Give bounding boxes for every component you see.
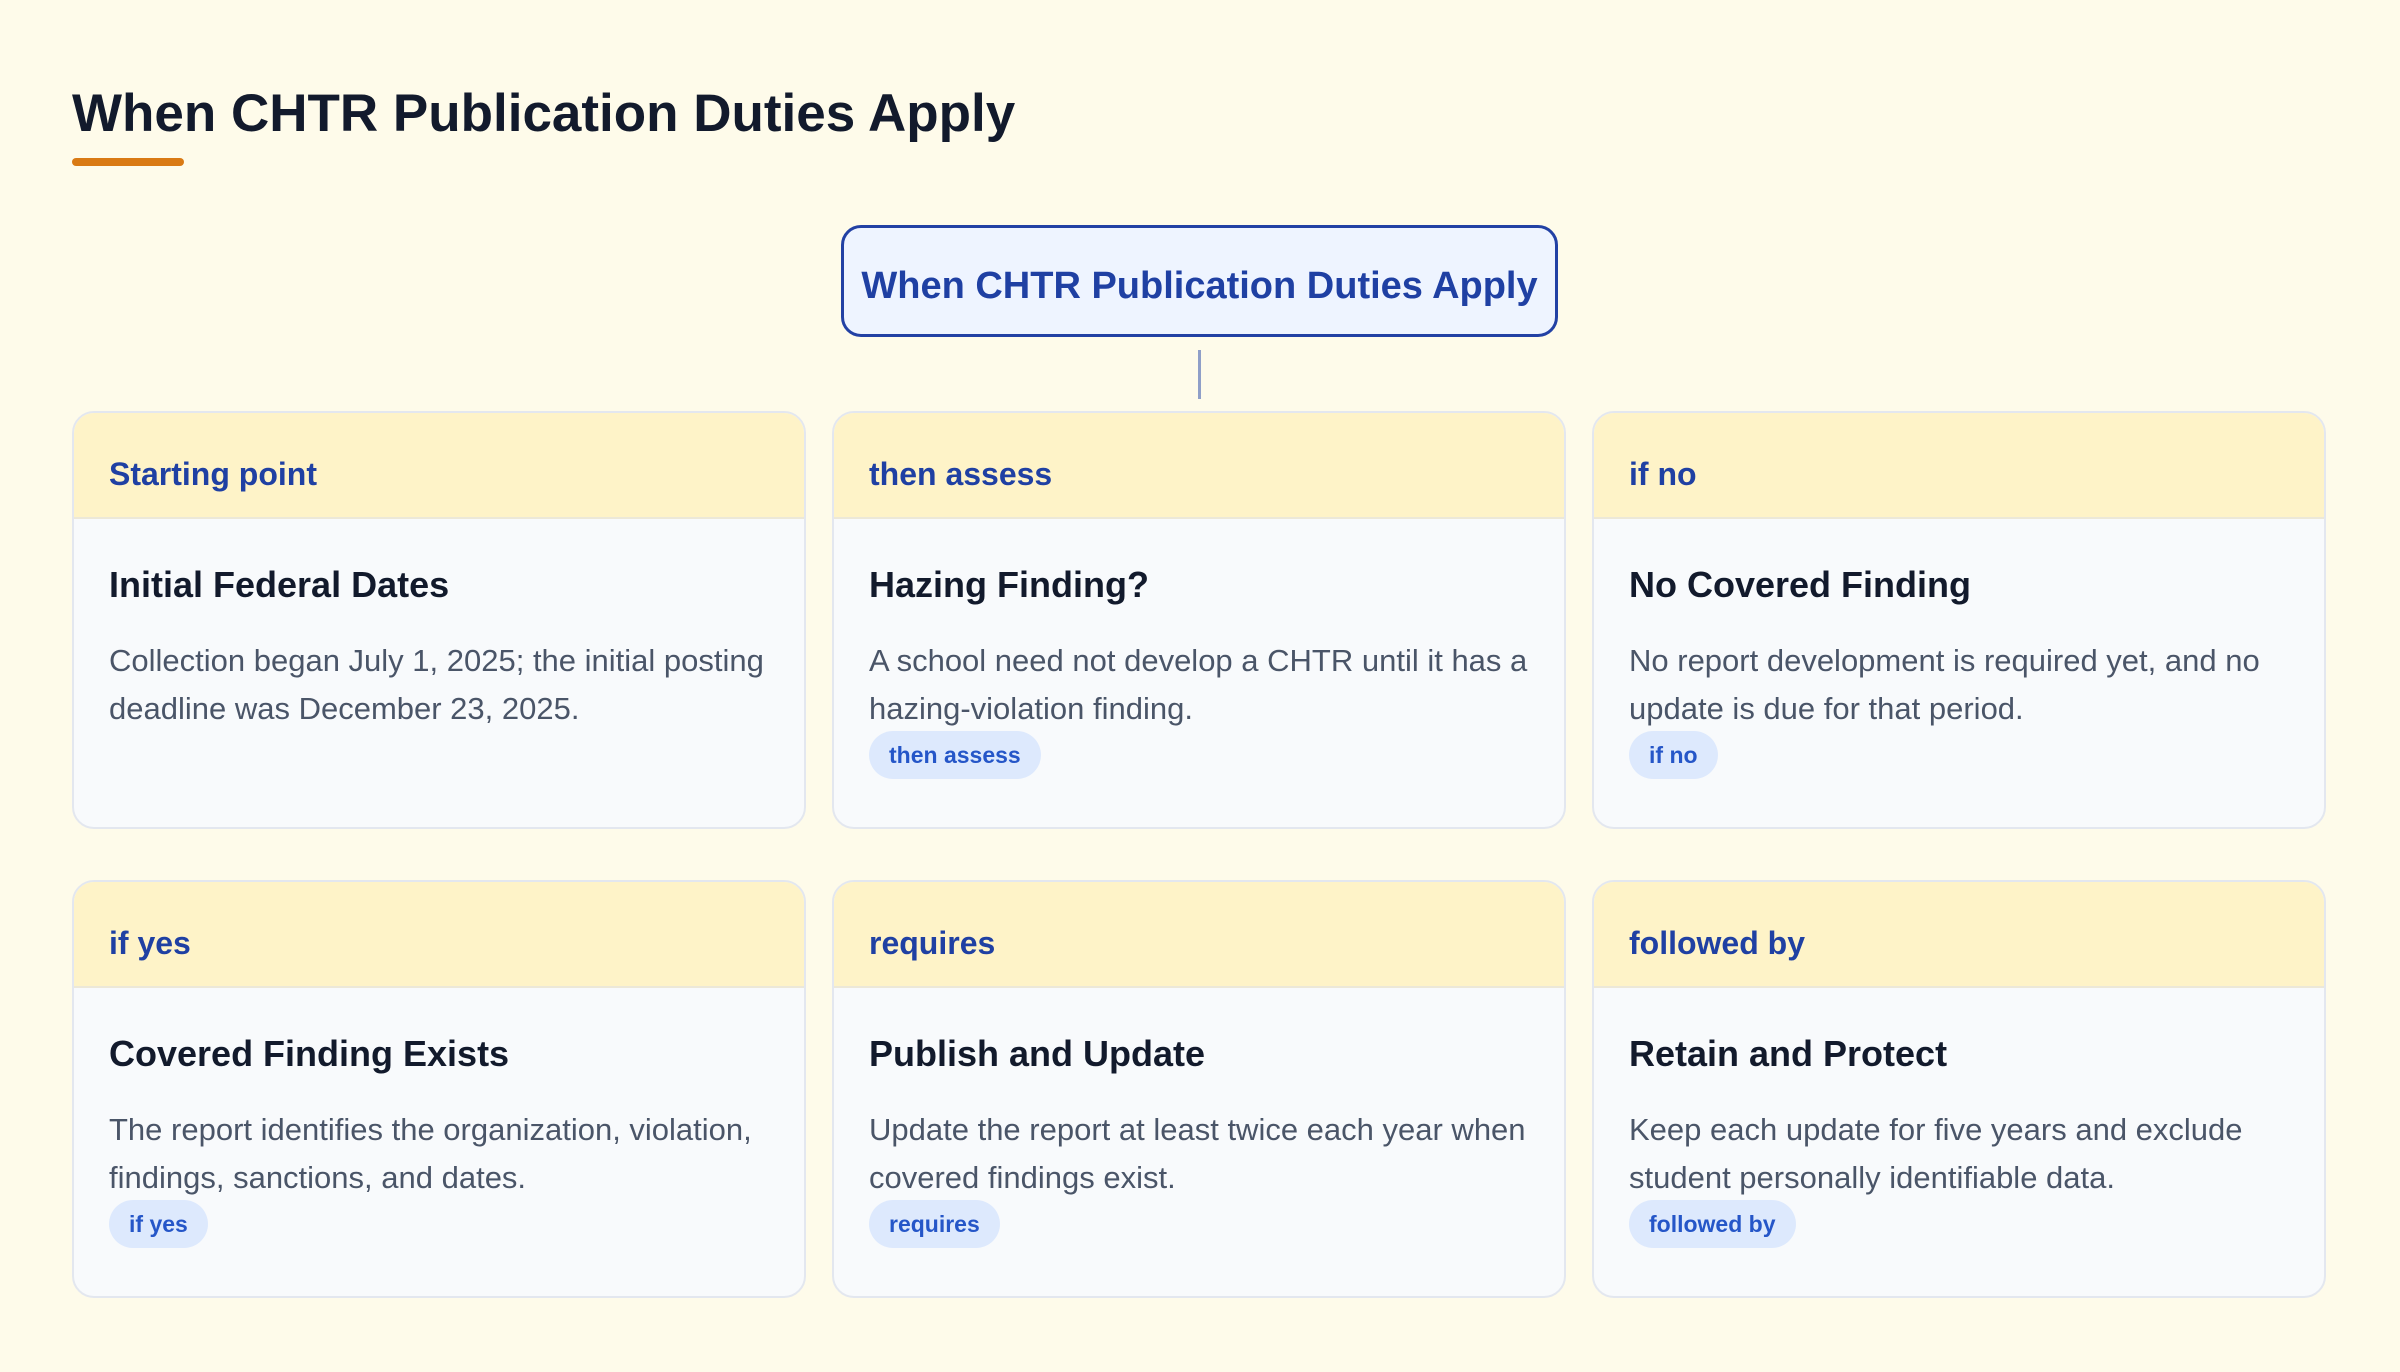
card-title: Covered Finding Exists — [109, 1033, 510, 1074]
card-tag: if no — [1629, 456, 1697, 492]
card-title: No Covered Finding — [1629, 564, 1971, 605]
card-description: The report identifies the organization, … — [109, 1112, 752, 1195]
card-description: Update the report at least twice each ye… — [869, 1112, 1526, 1195]
card-badge: if yes — [109, 1200, 208, 1248]
root-connector-line — [1198, 350, 1201, 399]
card-header: if no — [1594, 413, 2324, 519]
step-card-no-covered-finding: if no No Covered Finding No report devel… — [1592, 411, 2326, 829]
root-node: When CHTR Publication Duties Apply — [841, 225, 1558, 337]
card-tag: followed by — [1629, 925, 1805, 961]
card-header: if yes — [74, 882, 804, 988]
card-title: Hazing Finding? — [869, 564, 1149, 605]
step-card-retain-and-protect: followed by Retain and Protect Keep each… — [1592, 880, 2326, 1298]
card-description: No report development is required yet, a… — [1629, 643, 2260, 726]
card-description: A school need not develop a CHTR until i… — [869, 643, 1528, 726]
card-tag: Starting point — [109, 456, 317, 492]
step-card-initial-federal-dates: Starting point Initial Federal Dates Col… — [72, 411, 806, 829]
step-card-publish-and-update: requires Publish and Update Update the r… — [832, 880, 1566, 1298]
card-badge: followed by — [1629, 1200, 1796, 1248]
card-badge: then assess — [869, 731, 1041, 779]
card-badge: requires — [869, 1200, 1000, 1248]
card-tag: then assess — [869, 456, 1053, 492]
step-card-covered-finding-exists: if yes Covered Finding Exists The report… — [72, 880, 806, 1298]
card-header: Starting point — [74, 413, 804, 519]
card-tag: requires — [869, 925, 996, 961]
card-header: requires — [834, 882, 1564, 988]
card-badge: if no — [1629, 731, 1718, 779]
card-description: Collection began July 1, 2025; the initi… — [109, 643, 764, 726]
title-underline — [72, 158, 184, 166]
card-title: Retain and Protect — [1629, 1033, 1948, 1074]
step-card-hazing-finding: then assess Hazing Finding? A school nee… — [832, 411, 1566, 829]
card-tag: if yes — [109, 925, 191, 961]
root-node-label: When CHTR Publication Duties Apply — [861, 264, 1538, 307]
card-header: followed by — [1594, 882, 2324, 988]
card-header: then assess — [834, 413, 1564, 519]
card-title: Publish and Update — [869, 1033, 1206, 1074]
page-title: When CHTR Publication Duties Apply — [72, 84, 1016, 143]
card-description: Keep each update for five years and excl… — [1629, 1112, 2243, 1195]
card-title: Initial Federal Dates — [109, 564, 450, 605]
